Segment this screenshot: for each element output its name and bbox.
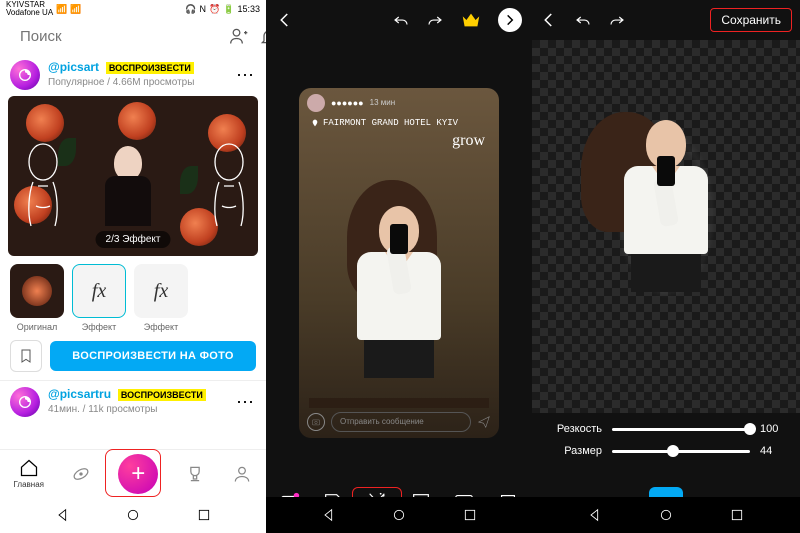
replay-row: ВОСПРОИЗВЕСТИ НА ФОТО [0,340,266,380]
editor-top-bar [266,0,532,40]
post-subtitle: Популярное / 4.66M просмотры [48,76,228,90]
nav-recent-icon[interactable] [729,507,745,523]
thumb-effect-1[interactable]: fx Эффект [72,264,126,332]
headphones-icon: 🎧 [185,4,196,15]
carrier-2: Vodafone UA [6,9,53,17]
nav-recent-icon[interactable] [462,507,478,523]
slider-size[interactable]: Размер 44 [546,445,786,457]
subject-person [357,188,441,378]
avatar[interactable] [10,60,40,90]
plus-icon: + [118,454,158,494]
phone-screen-cutout-refine: Сохранить Резкость 100 Размер 44 [532,0,800,533]
wifi-icon: 📶 [70,4,81,15]
effect-counter: 2/3 Эффект [96,231,171,248]
add-friend-icon[interactable] [229,26,249,46]
story-cursive-text: grow [452,132,485,150]
nav-back-icon[interactable] [587,507,603,523]
nav-home-icon[interactable] [125,507,141,523]
android-nav-bar [532,497,800,533]
battery-icon: 🔋 [223,4,234,15]
post-header-1: @picsart ВОСПРОИЗВЕСТИ Популярное / 4.66… [0,54,266,96]
back-icon[interactable] [540,11,558,29]
nav-recent-icon[interactable] [196,507,212,523]
tab-home[interactable]: Главная [14,458,44,489]
phone-screen-feed: KYIVSTAR Vodafone UA 📶 📶 🎧 N ⏰ 🔋 15:33 [0,0,266,533]
story-avatar [307,94,325,112]
editor-top-bar: Сохранить [532,0,800,40]
story-time: 13 мин [370,98,396,107]
username[interactable]: @picsartru [48,387,111,401]
outline-doodle-left [18,136,68,246]
save-button[interactable]: Сохранить [710,8,792,32]
android-nav-bar [266,497,532,533]
more-icon[interactable]: ⋯ [236,65,256,86]
cutout-canvas[interactable] [532,40,800,413]
replay-badge: ВОСПРОИЗВЕСТИ [106,62,194,74]
phone-screen-editor-tools: ●●●●●● 13 мин FAIRMONT GRAND HOTEL KYIV … [266,0,532,533]
signal-icon: 📶 [56,4,67,15]
thumb-original[interactable]: Оригинал [10,264,64,332]
story-preview: ●●●●●● 13 мин FAIRMONT GRAND HOTEL KYIV … [299,88,499,438]
post-subtitle: 41мин. / 11k просмотры [48,403,228,417]
nav-home-icon[interactable] [391,507,407,523]
effect-thumbnails: Оригинал fx Эффект fx Эффект [0,256,266,340]
tab-create-fab[interactable]: + [118,454,158,494]
tab-explore[interactable] [71,464,91,484]
slider-sharpness[interactable]: Резкость 100 [546,423,786,435]
replay-badge: ВОСПРОИЗВЕСТИ [118,389,206,401]
more-icon[interactable]: ⋯ [236,392,256,413]
nav-back-icon[interactable] [321,507,337,523]
redo-icon[interactable] [426,11,444,29]
tab-profile[interactable] [232,464,252,484]
cutout-subject [591,102,741,352]
undo-icon[interactable] [574,11,592,29]
nav-back-icon[interactable] [55,507,71,523]
story-message-input: Отправить сообщение [331,412,471,432]
alarm-icon: ⏰ [209,4,220,15]
nav-home-icon[interactable] [658,507,674,523]
next-button[interactable] [498,8,522,32]
story-location: FAIRMONT GRAND HOTEL KYIV [311,118,458,128]
redo-icon[interactable] [608,11,626,29]
camera-icon [307,413,325,431]
post-image[interactable]: 2/3 Эффект [8,96,258,256]
search-bar [0,18,266,54]
editor-canvas[interactable]: ●●●●●● 13 мин FAIRMONT GRAND HOTEL KYIV … [266,40,532,485]
story-username: ●●●●●● [331,98,364,108]
bottom-tab-bar: Главная + [0,449,266,497]
send-icon [477,415,491,429]
clock: 15:33 [237,4,260,14]
undo-icon[interactable] [392,11,410,29]
bookmark-button[interactable] [10,340,42,372]
search-input[interactable] [20,28,219,45]
outline-doodle-right [204,136,254,246]
slider-panel: Резкость 100 Размер 44 [532,413,800,477]
tab-challenges[interactable] [185,464,205,484]
nfc-icon: N [200,4,207,14]
username[interactable]: @picsart [48,60,99,74]
replay-on-photo-button[interactable]: ВОСПРОИЗВЕСТИ НА ФОТО [50,341,256,371]
thumb-effect-2[interactable]: fx Эффект [134,264,188,332]
avatar[interactable] [10,387,40,417]
post-header-2: @picsartru ВОСПРОИЗВЕСТИ 41мин. / 11k пр… [0,380,266,423]
back-icon[interactable] [276,11,294,29]
status-bar: KYIVSTAR Vodafone UA 📶 📶 🎧 N ⏰ 🔋 15:33 [0,0,266,18]
android-nav-bar [0,497,266,533]
crown-icon[interactable] [460,9,482,31]
